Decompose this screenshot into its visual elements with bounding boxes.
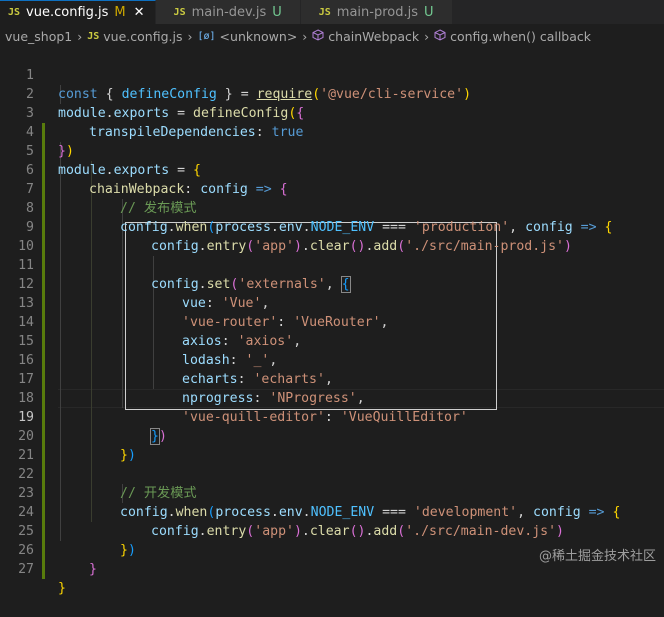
breadcrumb: vue_shop1 › JS vue.config.js › [ø] <unkn… [0,25,664,47]
code-line: 5 module.exports = { [26,144,201,178]
javascript-file-icon: JS [173,6,186,18]
code-line: 7 // 发布模式 [26,182,197,216]
code-line: 16 echarts: 'echarts', [18,353,333,387]
variable-icon: [ø] [197,30,216,42]
code-line: 23 config.when(process.env.NODE_ENV === … [18,486,621,520]
tab-main-prod[interactable]: JS main-prod.js U [300,0,453,24]
code-line: 3 transpileDependencies: true [26,106,304,140]
untracked-badge: U [424,4,434,20]
breadcrumb-file[interactable]: vue.config.js [103,29,182,44]
code-line: 4 }) [26,125,74,159]
tab-bar: JS vue.config.js M ✕ JS main-dev.js U JS… [0,0,664,24]
tab-label: main-prod.js [336,4,418,20]
code-line: 6 chainWebpack: config => { [26,163,288,197]
code-line: 20 }) [18,429,136,463]
code-line: 10 [18,239,34,254]
javascript-file-icon: JS [87,30,100,42]
code-line: 13 'vue-router': 'VueRouter', [18,296,389,330]
code-line: 11 config.set('externals', { [18,258,351,293]
tab-label: main-dev.js [191,4,267,20]
code-line: 18 'vue-quill-editor': 'VueQuillEditor' [18,391,468,425]
watermark: @稀土掘金技术社区 [538,549,656,564]
method-cube-icon [434,28,446,44]
code-editor[interactable]: 1 const { defineConfig } = require('@vue… [0,47,664,596]
tab-main-dev[interactable]: JS main-dev.js U [155,0,301,24]
breadcrumb-scope-unknown[interactable]: <unknown> [220,29,298,44]
code-line: 8 config.when(process.env.NODE_ENV === '… [26,201,613,235]
chevron-right-icon: › [302,28,308,44]
code-line: 25 }) [18,524,136,558]
modified-badge: M [114,5,126,20]
breadcrumb-folder[interactable]: vue_shop1 [5,29,72,44]
code-line: 9 config.entry('app').clear().add('./src… [26,220,572,254]
javascript-file-icon: JS [318,6,331,18]
javascript-file-icon: JS [8,7,21,18]
code-line: 12 vue: 'Vue', [18,277,270,311]
code-line: 21 [18,448,34,463]
chevron-right-icon: › [77,28,83,44]
code-line: 15 lodash: '_', [18,334,278,368]
code-line-current: 19 }) [18,410,167,445]
code-line: 1 const { defineConfig } = require('@vue… [26,68,472,102]
close-icon[interactable]: ✕ [134,5,145,20]
code-line: 17 nprogress: 'NProgress', [18,372,365,406]
chevron-right-icon: › [424,28,430,44]
code-line: 26 } [18,543,97,577]
code-line: 14 axios: 'axios', [18,315,302,349]
code-line: 2 module.exports = defineConfig({ [26,87,305,121]
untracked-badge: U [272,4,282,20]
code-line: 24 config.entry('app').clear().add('./sr… [18,505,564,539]
code-line: 22 // 开发模式 [18,467,197,501]
breadcrumb-scope-callback[interactable]: config.when() callback [450,29,591,44]
breadcrumb-scope-chainwebpack[interactable]: chainWebpack [328,29,419,44]
chevron-right-icon: › [187,28,193,44]
method-cube-icon [312,28,324,44]
tab-label: vue.config.js [26,5,109,20]
tab-vue-config[interactable]: JS vue.config.js M ✕ [0,0,156,24]
